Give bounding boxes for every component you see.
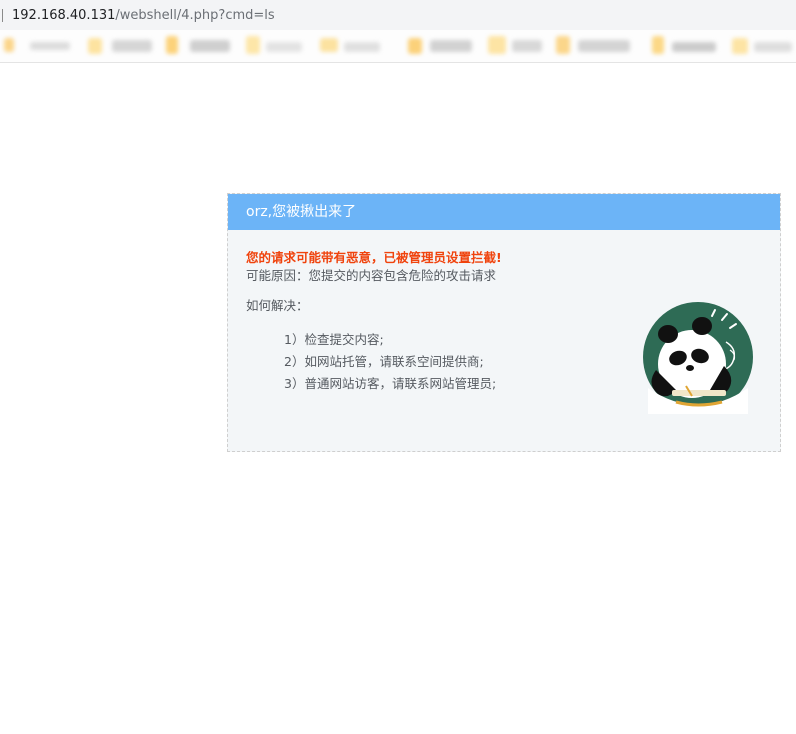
block-notice-title: orz,您被揪出来了 [246, 204, 357, 220]
redacted-bookmark [88, 38, 102, 54]
bookmarks-bar-redacted [0, 30, 796, 63]
redacted-bookmark [556, 36, 570, 54]
redacted-bookmark [578, 40, 630, 52]
redacted-bookmark [190, 40, 230, 52]
redacted-bookmark [512, 40, 542, 52]
redacted-bookmark [344, 42, 380, 52]
redacted-bookmark [112, 40, 152, 52]
url-host: 192.168.40.131 [12, 8, 116, 23]
resolution-step: 1）检查提交内容; [284, 332, 384, 347]
redacted-bookmark [754, 42, 792, 52]
resolution-step: 2）如网站托管，请联系空间提供商; [284, 354, 484, 369]
resolution-step: 3）普通网站访客，请联系网站管理员; [284, 376, 497, 391]
block-notice-card: orz,您被揪出来了 您的请求可能带有恶意，已被管理员设置拦截! 可能原因：您提… [227, 193, 781, 452]
redacted-bookmark [30, 42, 70, 50]
block-warning-text: 您的请求可能带有恶意，已被管理员设置拦截! [246, 250, 502, 265]
redacted-bookmark [4, 38, 14, 52]
redacted-bookmark [488, 36, 506, 54]
redacted-bookmark [266, 42, 302, 52]
block-notice-header: orz,您被揪出来了 [228, 194, 780, 230]
address-bar-divider [2, 9, 3, 22]
resolution-steps-list: 1）检查提交内容; 2）如网站托管，请联系空间提供商; 3）普通网站访客，请联系… [284, 329, 496, 395]
redacted-bookmark [166, 36, 178, 54]
redacted-bookmark [246, 36, 260, 54]
url-text[interactable]: 192.168.40.131/webshell/4.php?cmd=ls [12, 7, 275, 24]
redacted-bookmark [430, 40, 472, 52]
how-to-resolve-label: 如何解决： [246, 298, 309, 313]
redacted-bookmark [672, 42, 716, 52]
panda-writing-illustration-icon [643, 302, 753, 414]
block-reason-text: 可能原因：您提交的内容包含危险的攻击请求 [246, 268, 497, 283]
url-path: /webshell/4.php?cmd=ls [115, 8, 275, 23]
redacted-bookmark [732, 38, 748, 54]
redacted-bookmark [408, 38, 422, 54]
redacted-bookmark [652, 36, 664, 54]
redacted-bookmark [320, 38, 338, 52]
address-bar[interactable]: 192.168.40.131/webshell/4.php?cmd=ls [0, 0, 796, 30]
